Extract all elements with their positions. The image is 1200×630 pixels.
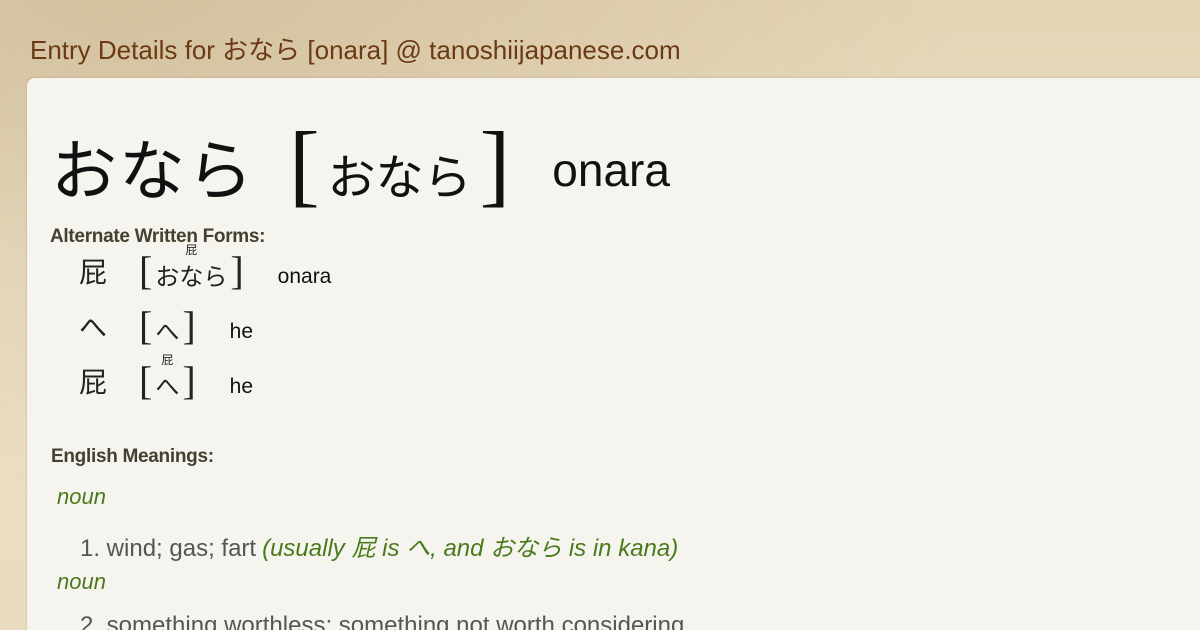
headword-romaji: onara <box>552 144 670 196</box>
alt-form-bracket-open: [ <box>139 248 153 293</box>
alt-form-reading-text: へ <box>155 317 180 346</box>
alternate-form: 屁 [ 屁 へ ] he <box>79 353 254 404</box>
headword-row: おなら [ おなら ] onara <box>51 116 670 216</box>
meaning-item: 2. something worthless; something not wo… <box>80 612 684 630</box>
meaning-item: 1. wind; gas; fart (usually 屁 is へ, and お… <box>80 528 678 563</box>
alt-form-bracket-close: ] <box>182 303 196 348</box>
headword-reading: おなら <box>327 150 472 206</box>
part-of-speech: noun <box>57 569 106 594</box>
alternate-form: へ [ へ ] he <box>79 303 253 349</box>
meaning-text: 2. something worthless; something not wo… <box>80 612 685 630</box>
site-title: Entry Details for おなら [onara] @ tanoshii… <box>30 35 681 65</box>
alt-form-bracket-close: ] <box>182 358 196 403</box>
alt-form-furigana: 屁 <box>185 242 198 257</box>
reading-group: [ おなら ] <box>289 113 511 215</box>
alt-form-romaji: he <box>229 375 254 398</box>
headword: おなら <box>51 133 255 210</box>
meaning-text: 1. wind; gas; fart <box>80 535 257 562</box>
alt-form-romaji: he <box>229 320 254 343</box>
alt-form-reading: 屁 へ <box>152 353 182 402</box>
bracket-close: ] <box>479 113 511 215</box>
alt-form-furigana: 屁 <box>161 352 174 367</box>
alt-form-bracket-close: ] <box>230 248 244 293</box>
usage-note: (usually 屁 is へ, and おなら is in kana) <box>262 535 679 562</box>
alt-form-bracket-open: [ <box>139 358 153 403</box>
alt-form-romaji: onara <box>277 265 332 288</box>
bracket-open: [ <box>289 113 320 215</box>
part-of-speech: noun <box>57 484 106 509</box>
entry-card: おなら [ おなら ] onara Alternate Written Form… <box>27 78 1200 630</box>
alt-form-reading: 屁 おなら <box>152 243 230 292</box>
alt-form-kanji: 屁 <box>79 256 108 289</box>
alt-form-reading-text: へ <box>155 372 180 401</box>
alt-form-bracket-open: [ <box>139 303 153 348</box>
alt-form-reading-text: おなら <box>155 262 228 291</box>
alt-form-kanji: 屁 <box>79 366 108 399</box>
alt-form-kanji: へ <box>79 311 108 344</box>
alt-form-reading: へ <box>152 306 182 347</box>
english-meanings-label: English Meanings: <box>51 446 214 467</box>
alternate-form: 屁 [ 屁 おなら ] onara <box>79 243 332 294</box>
